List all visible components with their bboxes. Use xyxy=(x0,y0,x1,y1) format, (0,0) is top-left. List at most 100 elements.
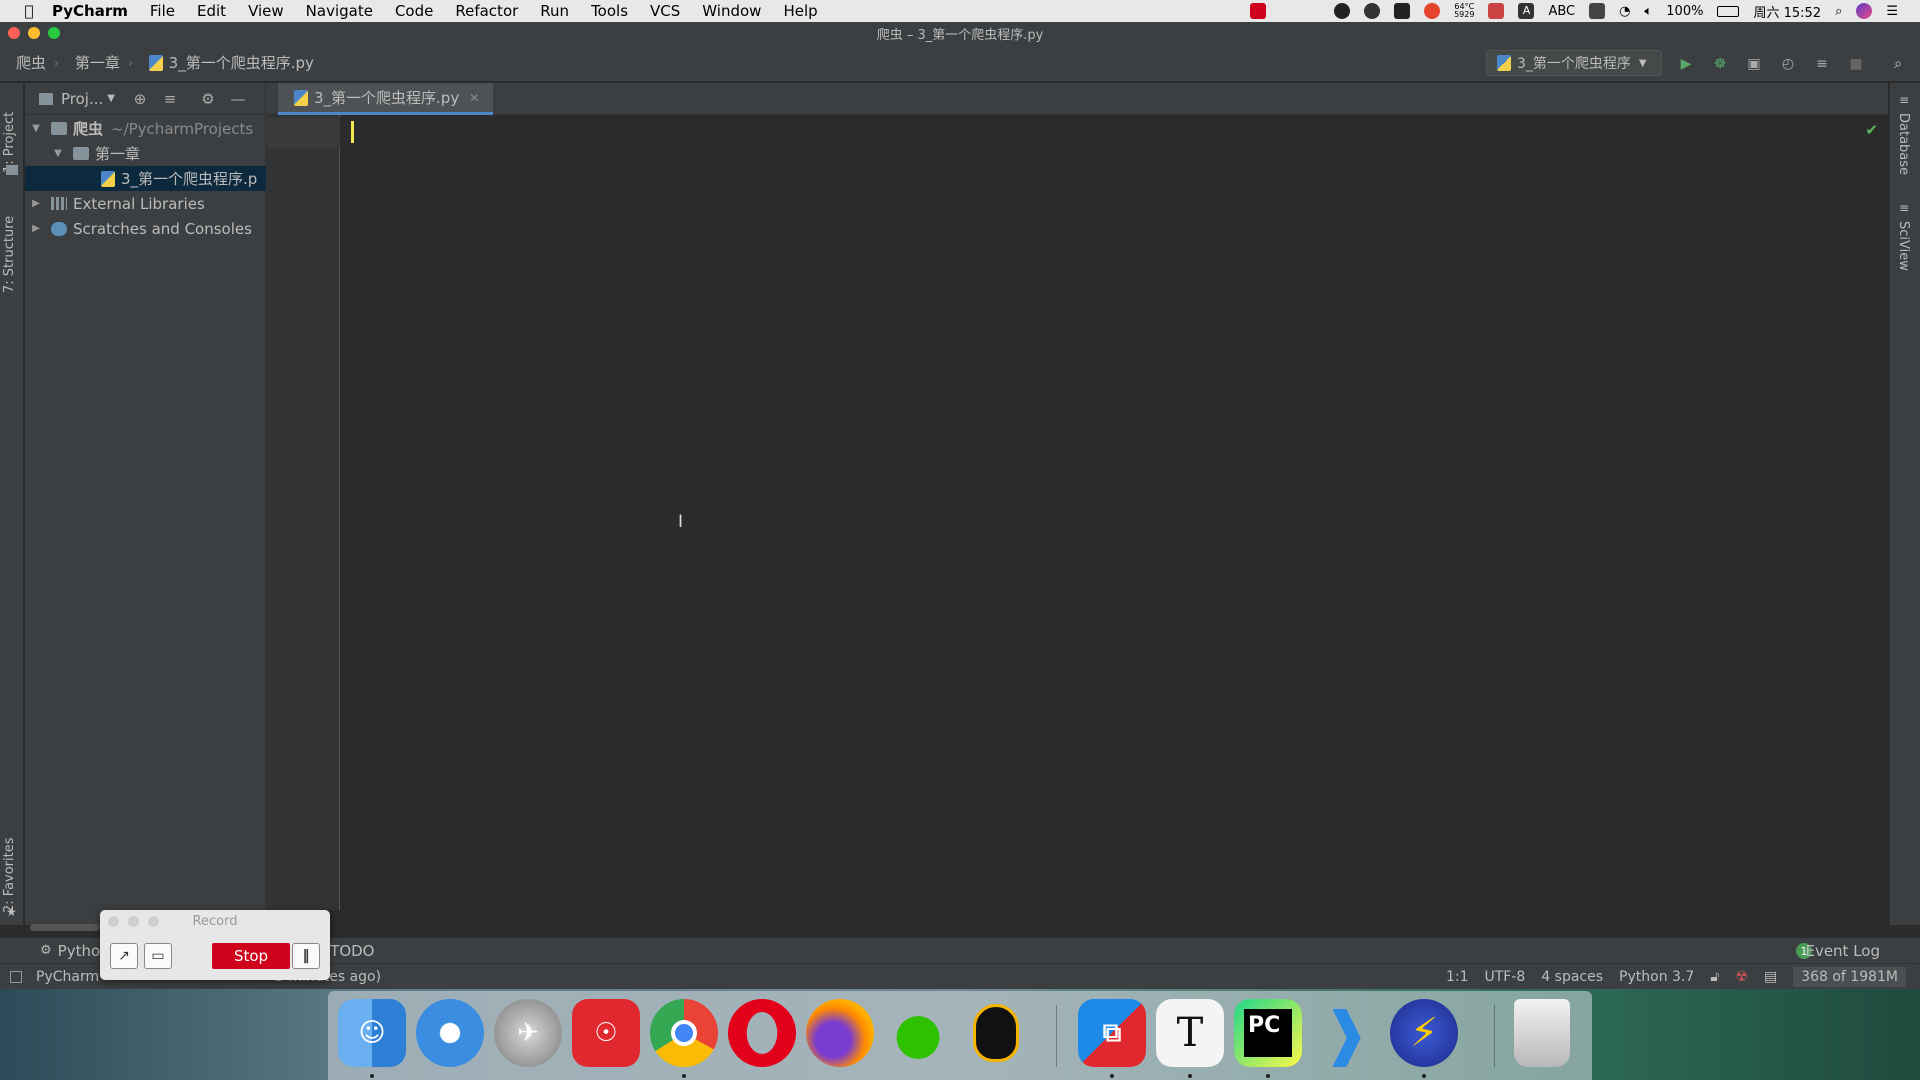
stop-icon[interactable]: ■ xyxy=(1846,54,1866,74)
debug-icon[interactable]: ☸ xyxy=(1710,54,1730,74)
wifi-icon[interactable]: ◔ xyxy=(1619,4,1630,19)
input-source-label[interactable]: ABC xyxy=(1548,4,1575,19)
menu-vcs[interactable]: VCS xyxy=(639,2,691,20)
tab-database[interactable]: Database xyxy=(1896,113,1911,175)
menu-tools[interactable]: Tools xyxy=(580,2,639,20)
breadcrumb-project[interactable]: 爬虫 › xyxy=(0,52,59,73)
record-zoom-button[interactable] xyxy=(148,916,159,927)
lock-icon[interactable]: 🔓︎ xyxy=(1710,969,1719,985)
spotlight-icon[interactable]: ⌕ xyxy=(1835,4,1842,19)
pause-icon[interactable]: ‖ xyxy=(292,943,320,969)
volume-icon[interactable]: 🔈︎ xyxy=(1644,4,1652,19)
caret-position[interactable]: 1:1 xyxy=(1446,969,1469,985)
event-log-button[interactable]: Event Log xyxy=(1805,942,1880,960)
typora-icon[interactable]: T xyxy=(1156,999,1224,1067)
stop-record-button[interactable]: Stop xyxy=(212,943,290,969)
tab-sciview[interactable]: SciView xyxy=(1896,221,1911,271)
pycharm-icon[interactable]: PC xyxy=(1234,999,1302,1067)
tree-item-chapter[interactable]: ▼ 第一章 xyxy=(25,141,266,166)
breadcrumb-chapter[interactable]: 第一章 › xyxy=(59,52,133,73)
tab-todo[interactable]: TODO xyxy=(330,942,374,960)
window-minimize-button[interactable] xyxy=(28,27,40,39)
window-close-button[interactable] xyxy=(8,27,20,39)
collapsed-arrow-icon[interactable]: ▶ xyxy=(27,198,45,209)
horizontal-scrollbar[interactable] xyxy=(30,924,100,931)
trash-icon[interactable] xyxy=(1514,999,1570,1067)
launchpad-icon[interactable]: ✈ xyxy=(494,999,562,1067)
vmware-icon[interactable]: ⧉ xyxy=(1078,999,1146,1067)
firefox-icon[interactable] xyxy=(806,999,874,1067)
tree-item-file[interactable]: 3_第一个爬虫程序.p xyxy=(25,166,266,191)
gear-icon[interactable]: ⚙ xyxy=(193,90,223,108)
build-icon[interactable]: ≡ xyxy=(1812,54,1832,74)
sync-icon[interactable] xyxy=(1488,3,1505,19)
tab-python-console[interactable]: Pytho xyxy=(58,942,101,960)
font-icon[interactable]: A xyxy=(1518,3,1535,19)
menu-window[interactable]: Window xyxy=(691,2,772,20)
menu-run[interactable]: Run xyxy=(529,2,580,20)
menu-help[interactable]: Help xyxy=(772,2,828,20)
menu-view[interactable]: View xyxy=(237,2,295,20)
chrome-tray-icon[interactable] xyxy=(1424,3,1441,19)
menu-app-name[interactable]: PyCharm xyxy=(40,2,139,20)
menu-refactor[interactable]: Refactor xyxy=(444,2,529,20)
notification-center-icon[interactable]: ☰ xyxy=(1886,4,1898,19)
safari-icon[interactable]: ✧ xyxy=(416,999,484,1067)
profile-icon[interactable]: ◴ xyxy=(1778,54,1798,74)
tree-item-external-libraries[interactable]: ▶ External Libraries xyxy=(25,191,266,216)
capture-area-icon[interactable]: ▭ xyxy=(144,943,172,969)
tab-project[interactable]: 1: Project xyxy=(2,93,22,173)
menu-code[interactable]: Code xyxy=(384,2,444,20)
battery-percent[interactable]: 100% xyxy=(1666,4,1703,19)
bolt-icon[interactable] xyxy=(1334,3,1351,19)
menu-edit[interactable]: Edit xyxy=(186,2,237,20)
memory-indicator[interactable]: 368 of 1981M xyxy=(1793,967,1906,987)
collapsed-arrow-icon[interactable]: ▶ xyxy=(27,223,45,234)
window-zoom-button[interactable] xyxy=(48,27,60,39)
project-view-select[interactable]: Proj... xyxy=(53,90,103,108)
wechat-icon[interactable]: ● xyxy=(884,999,952,1067)
chevron-down-icon[interactable]: ▼ xyxy=(107,93,115,104)
finder-icon[interactable]: ☺ xyxy=(338,999,406,1067)
file-encoding[interactable]: UTF-8 xyxy=(1485,969,1526,985)
screen-record-icon[interactable] xyxy=(1250,3,1267,19)
cpu-temp-readout[interactable]: 64°C 5929 xyxy=(1454,3,1474,19)
menu-file[interactable]: File xyxy=(139,2,186,20)
toggle-tool-windows-icon[interactable] xyxy=(10,970,22,983)
python-interpreter[interactable]: Python 3.7 xyxy=(1619,969,1694,985)
thunder-icon[interactable]: ⚡ xyxy=(1390,999,1458,1067)
expanded-arrow-icon[interactable]: ▼ xyxy=(49,148,67,159)
tree-item-project-root[interactable]: ▼ 爬虫 ~/PycharmProjects xyxy=(25,116,266,141)
locate-icon[interactable]: ⊕ xyxy=(125,90,155,108)
close-icon[interactable]: ✕ xyxy=(469,91,479,105)
editor-tab-active[interactable]: 3_第一个爬虫程序.py ✕ xyxy=(278,83,494,115)
collapse-all-icon[interactable]: ≡ xyxy=(155,90,185,108)
record-minimize-button[interactable] xyxy=(128,916,139,927)
inspector-icon[interactable]: ☢ xyxy=(1735,969,1748,985)
tab-favorites[interactable]: 2: Favorites xyxy=(2,823,22,913)
annotate-pen-icon[interactable]: ↗ xyxy=(110,943,138,969)
inspection-ok-icon[interactable]: ✔ xyxy=(1865,121,1878,139)
vscode-icon[interactable]: ❱ xyxy=(1312,999,1380,1067)
chrome-icon[interactable] xyxy=(650,999,718,1067)
keyboard-icon[interactable] xyxy=(1589,3,1606,19)
apple-icon[interactable]:  xyxy=(18,2,40,20)
siri-icon[interactable] xyxy=(1856,3,1873,19)
hide-icon[interactable]: — xyxy=(223,90,253,108)
code-editor[interactable]: ✔ xyxy=(341,115,1888,910)
clipboard-icon[interactable] xyxy=(1394,3,1411,19)
menu-navigate[interactable]: Navigate xyxy=(295,2,384,20)
breadcrumb-file[interactable]: 3_第一个爬虫程序.py xyxy=(133,52,314,73)
tree-item-scratches[interactable]: ▶ Scratches and Consoles xyxy=(25,216,266,241)
search-everywhere-icon[interactable]: ⌕ xyxy=(1888,54,1908,74)
qq-icon[interactable] xyxy=(962,999,1030,1067)
indent-setting[interactable]: 4 spaces xyxy=(1541,969,1603,985)
netease-music-icon[interactable]: ☉ xyxy=(572,999,640,1067)
run-icon[interactable]: ▶ xyxy=(1676,54,1696,74)
clock[interactable]: 周六 15:52 xyxy=(1753,2,1821,21)
coverage-icon[interactable]: ▣ xyxy=(1744,54,1764,74)
wechat-tray-icon[interactable] xyxy=(1364,3,1381,19)
tab-structure[interactable]: 7: Structure xyxy=(2,203,22,293)
opera-icon[interactable] xyxy=(728,999,796,1067)
run-configuration-select[interactable]: 3_第一个爬虫程序 ▼ xyxy=(1486,50,1662,76)
